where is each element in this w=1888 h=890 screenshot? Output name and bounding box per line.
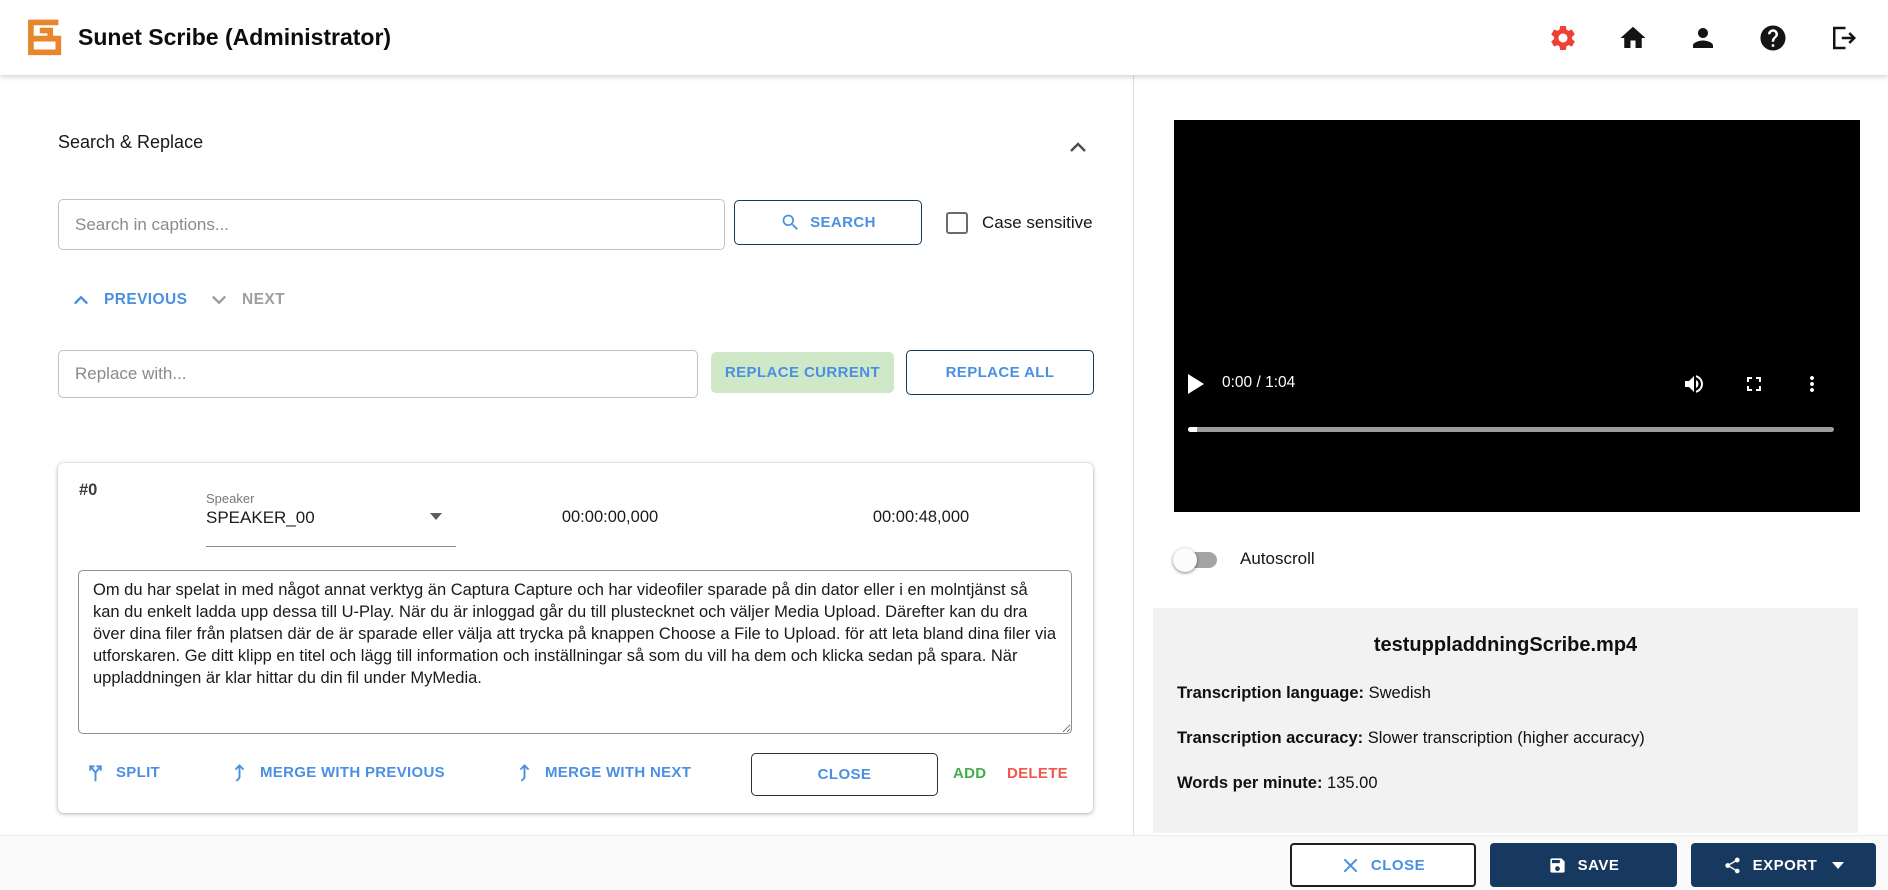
case-sensitive-checkbox[interactable]	[946, 212, 968, 234]
save-icon	[1548, 856, 1567, 875]
previous-label: PREVIOUS	[104, 291, 187, 309]
speaker-field-label: Speaker	[206, 491, 254, 506]
more-options-icon[interactable]	[1800, 372, 1824, 396]
chevron-down-icon	[208, 289, 230, 311]
video-progress-bar[interactable]	[1188, 427, 1834, 432]
video-player[interactable]: 0:00 / 1:04	[1174, 120, 1860, 512]
search-input[interactable]	[58, 199, 725, 250]
replace-current-button[interactable]: REPLACE CURRENT	[711, 352, 894, 393]
logout-icon[interactable]	[1828, 23, 1858, 53]
speaker-select[interactable]: SPEAKER_00	[206, 508, 315, 528]
sunet-logo-icon	[22, 16, 64, 58]
footer-export-label: EXPORT	[1753, 857, 1818, 874]
footer-close-button[interactable]: CLOSE	[1290, 843, 1476, 887]
info-row-accuracy: Transcription accuracy: Slower transcrip…	[1177, 729, 1645, 748]
merge-with-next-button[interactable]: MERGE WITH NEXT	[514, 762, 691, 783]
search-replace-heading: Search & Replace	[58, 132, 203, 153]
share-export-icon	[1723, 856, 1742, 875]
previous-match-button[interactable]: PREVIOUS	[70, 289, 187, 311]
info-value: Swedish	[1364, 684, 1431, 702]
caption-card: #0 Speaker SPEAKER_00 00:00:00,000 00:00…	[58, 463, 1093, 813]
footer-export-button[interactable]: EXPORT	[1691, 843, 1876, 887]
footer-save-label: SAVE	[1578, 857, 1620, 874]
info-value: 135.00	[1322, 774, 1377, 792]
footer-close-label: CLOSE	[1371, 857, 1425, 874]
replace-input[interactable]	[58, 350, 698, 398]
info-row-wpm: Words per minute: 135.00	[1177, 774, 1378, 793]
footer-save-button[interactable]: SAVE	[1490, 843, 1677, 887]
volume-icon[interactable]	[1682, 372, 1706, 396]
settings-gear-icon[interactable]	[1548, 23, 1578, 53]
replace-all-button[interactable]: REPLACE ALL	[906, 350, 1094, 395]
chevron-up-icon	[70, 289, 92, 311]
search-icon	[780, 212, 801, 233]
merge-with-previous-button[interactable]: MERGE WITH PREVIOUS	[229, 762, 445, 783]
video-progress-played	[1188, 427, 1197, 432]
merge-up-icon	[514, 762, 535, 783]
merge-previous-label: MERGE WITH PREVIOUS	[260, 764, 445, 781]
header-bar: Sunet Scribe (Administrator)	[0, 0, 1888, 75]
merge-next-label: MERGE WITH NEXT	[545, 764, 691, 781]
help-icon[interactable]	[1758, 23, 1788, 53]
user-profile-icon[interactable]	[1688, 23, 1718, 53]
close-x-icon	[1341, 856, 1360, 875]
fullscreen-icon[interactable]	[1742, 372, 1766, 396]
caption-end-time: 00:00:48,000	[836, 508, 1006, 527]
footer-bar: CLOSE SAVE EXPORT	[0, 835, 1888, 890]
add-caption-button[interactable]: ADD	[953, 765, 986, 782]
split-button[interactable]: SPLIT	[85, 762, 160, 783]
info-label: Transcription accuracy:	[1177, 729, 1363, 747]
autoscroll-label: Autoscroll	[1240, 549, 1315, 569]
search-button[interactable]: SEARCH	[734, 200, 922, 245]
file-info-panel: testuppladdningScribe.mp4 Transcription …	[1153, 608, 1858, 833]
page-title: Sunet Scribe (Administrator)	[78, 0, 391, 75]
autoscroll-toggle-knob	[1173, 548, 1197, 572]
play-button-icon[interactable]	[1188, 374, 1204, 394]
next-label: NEXT	[242, 291, 285, 309]
info-label: Transcription language:	[1177, 684, 1364, 702]
caption-close-button[interactable]: CLOSE	[751, 753, 938, 796]
autoscroll-toggle[interactable]	[1176, 552, 1217, 568]
caption-start-time: 00:00:00,000	[525, 508, 695, 527]
caption-index: #0	[79, 481, 97, 500]
split-label: SPLIT	[116, 764, 160, 781]
info-label: Words per minute:	[1177, 774, 1322, 792]
caption-actions-row: SPLIT MERGE WITH PREVIOUS MERGE WITH NEX…	[58, 747, 1093, 807]
delete-caption-button[interactable]: DELETE	[1007, 765, 1068, 782]
case-sensitive-label: Case sensitive	[982, 213, 1093, 233]
export-dropdown-caret-icon[interactable]	[1832, 862, 1844, 869]
app-window: Sunet Scribe (Administrator) Search & Re…	[0, 0, 1888, 890]
collapse-section-icon[interactable]	[1066, 136, 1090, 160]
info-row-language: Transcription language: Swedish	[1177, 684, 1431, 703]
speaker-select-underline	[206, 546, 456, 547]
split-icon	[85, 762, 106, 783]
video-time-display: 0:00 / 1:04	[1222, 374, 1295, 392]
search-button-label: SEARCH	[810, 214, 876, 231]
next-match-button[interactable]: NEXT	[208, 289, 285, 311]
merge-up-icon	[229, 762, 250, 783]
caption-text-area[interactable]: Om du har spelat in med något annat verk…	[78, 570, 1072, 734]
video-filename: testuppladdningScribe.mp4	[1153, 634, 1858, 657]
info-value: Slower transcription (higher accuracy)	[1363, 729, 1645, 747]
panel-divider	[1133, 75, 1134, 835]
speaker-dropdown-arrow-icon[interactable]	[430, 513, 442, 520]
home-icon[interactable]	[1618, 23, 1648, 53]
